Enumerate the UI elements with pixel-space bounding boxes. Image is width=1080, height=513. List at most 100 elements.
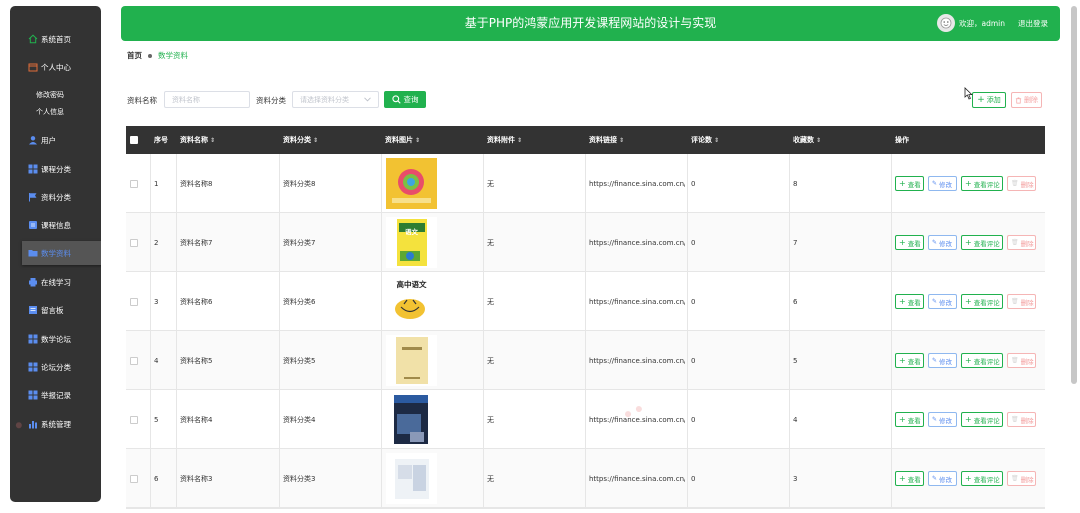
batch-delete-button[interactable]: 删除 (1011, 92, 1042, 108)
column-header[interactable]: 资料分类 ⇕ (283, 126, 318, 154)
delete-button[interactable]: 🗑 删除 (1007, 412, 1036, 427)
add-button[interactable]: + 添加 (972, 92, 1006, 108)
material-category-select[interactable]: 请选择资料分类 (292, 91, 379, 108)
row-checkbox[interactable] (130, 415, 138, 424)
plus-icon: + (965, 178, 972, 188)
material-image[interactable] (386, 394, 437, 445)
plus-icon: + (899, 473, 906, 483)
delete-button[interactable]: 🗑 删除 (1007, 353, 1036, 368)
view-button-label: 查看 (907, 357, 921, 366)
delete-button[interactable]: 🗑 删除 (1007, 471, 1036, 486)
material-image[interactable]: 语文 (386, 217, 437, 268)
view-comments-button[interactable]: + 查看评论 (961, 353, 1003, 368)
sort-icon[interactable]: ⇕ (619, 137, 624, 144)
sort-icon[interactable]: ⇕ (313, 137, 318, 144)
column-header[interactable]: 资料链接 ⇕ (589, 126, 624, 154)
material-link[interactable]: https://finance.sina.com.cn/ (589, 449, 685, 508)
view-button[interactable]: + 查看 (895, 294, 924, 309)
row-checkbox[interactable] (130, 238, 138, 247)
view-button[interactable]: + 查看 (895, 471, 924, 486)
logout-link[interactable]: 退出登录 (1018, 6, 1048, 41)
breadcrumb-home[interactable]: 首页 (127, 50, 142, 61)
edit-button[interactable]: ✎ 修改 (928, 235, 957, 250)
view-comments-button-label: 查看评论 (973, 416, 1000, 425)
view-button[interactable]: + 查看 (895, 176, 924, 191)
sort-icon[interactable]: ⇕ (816, 137, 821, 144)
favorite-count: 8 (793, 179, 798, 188)
sidebar-item-label: 在线学习 (41, 277, 71, 287)
page-title: 基于PHP的鸿蒙应用开发课程网站的设计与实现 (464, 16, 717, 30)
material-link[interactable]: https://finance.sina.com.cn/ (589, 213, 685, 272)
material-image-cell (386, 154, 482, 213)
comment-count: 0 (691, 297, 696, 306)
row-checkbox-cell (130, 213, 148, 272)
select-all-checkbox[interactable] (130, 136, 138, 144)
edit-button[interactable]: ✎ 修改 (928, 412, 957, 427)
edit-button[interactable]: ✎ 修改 (928, 176, 957, 191)
edit-button[interactable]: ✎ 修改 (928, 471, 957, 486)
sidebar-item-4[interactable]: 课程分类 (10, 159, 101, 179)
sort-icon[interactable]: ⇕ (210, 137, 215, 144)
delete-button[interactable]: 🗑 删除 (1007, 235, 1036, 250)
column-header-label: 评论数 (691, 136, 712, 144)
material-link[interactable]: https://finance.sina.com.cn/ (589, 154, 685, 213)
sidebar-subitem-1[interactable]: 修改密码 (36, 90, 64, 100)
material-image[interactable]: 高中语文 (386, 276, 437, 327)
column-header[interactable]: 资料名称 ⇕ (180, 126, 215, 154)
sidebar-item-7[interactable]: 数学资料 (22, 241, 101, 265)
material-image-text: 高中语文 (396, 280, 427, 289)
search-button[interactable]: 查询 (384, 91, 426, 108)
avatar[interactable] (937, 14, 955, 32)
delete-button[interactable]: 🗑 删除 (1007, 176, 1036, 191)
view-comments-button[interactable]: + 查看评论 (961, 235, 1003, 250)
material-image[interactable] (386, 453, 437, 504)
edit-button[interactable]: ✎ 修改 (928, 353, 957, 368)
sidebar-item-5[interactable]: 资料分类 (10, 187, 101, 207)
user-icon (27, 135, 38, 146)
sort-icon[interactable]: ⇕ (714, 137, 719, 144)
material-image[interactable] (386, 158, 437, 209)
column-header[interactable]: 资料图片 ⇕ (385, 126, 420, 154)
column-header[interactable]: 资料附件 ⇕ (487, 126, 522, 154)
sidebar-item-2[interactable]: 个人中心 (10, 57, 101, 77)
sidebar-item-6[interactable]: 课程信息 (10, 215, 101, 235)
material-link[interactable]: https://finance.sina.com.cn/ (589, 272, 685, 331)
view-button[interactable]: + 查看 (895, 353, 924, 368)
sort-icon[interactable]: ⇕ (415, 137, 420, 144)
view-comments-button-label: 查看评论 (973, 357, 1000, 366)
view-button[interactable]: + 查看 (895, 235, 924, 250)
column-header-label: 收藏数 (793, 136, 814, 144)
page-scrollbar[interactable] (1071, 6, 1077, 384)
pencil-icon: ✎ (932, 238, 938, 246)
sidebar-item-9[interactable]: 留言板 (10, 300, 101, 320)
view-comments-button[interactable]: + 查看评论 (961, 294, 1003, 309)
sidebar-subitem-2[interactable]: 个人信息 (36, 107, 64, 117)
column-header[interactable]: 收藏数 ⇕ (793, 126, 821, 154)
view-comments-button[interactable]: + 查看评论 (961, 176, 1003, 191)
delete-button[interactable]: 🗑 删除 (1007, 294, 1036, 309)
sidebar-item-12[interactable]: 举报记录 (10, 385, 101, 405)
sidebar-item-1[interactable]: 系统首页 (10, 29, 101, 49)
sidebar-item-label: 个人中心 (41, 62, 71, 72)
column-divider (150, 154, 151, 508)
view-comments-button[interactable]: + 查看评论 (961, 471, 1003, 486)
sidebar-item-11[interactable]: 论坛分类 (10, 357, 101, 377)
column-header[interactable]: 评论数 ⇕ (691, 126, 719, 154)
material-image[interactable] (386, 335, 437, 386)
sort-icon[interactable]: ⇕ (517, 137, 522, 144)
view-comments-button[interactable]: + 查看评论 (961, 412, 1003, 427)
plus-icon: + (965, 473, 972, 483)
column-divider (483, 154, 484, 508)
sidebar-item-3[interactable]: 用户 (10, 130, 101, 150)
row-checkbox[interactable] (130, 474, 138, 483)
material-name-input[interactable] (164, 91, 250, 108)
sidebar-item-10[interactable]: 数学论坛 (10, 329, 101, 349)
row-checkbox[interactable] (130, 179, 138, 188)
view-button[interactable]: + 查看 (895, 412, 924, 427)
sidebar-item-8[interactable]: 在线学习 (10, 272, 101, 292)
material-link[interactable]: https://finance.sina.com.cn/ (589, 331, 685, 390)
row-checkbox[interactable] (130, 297, 138, 306)
row-checkbox[interactable] (130, 356, 138, 365)
edit-button[interactable]: ✎ 修改 (928, 294, 957, 309)
comment-count: 0 (691, 474, 696, 483)
